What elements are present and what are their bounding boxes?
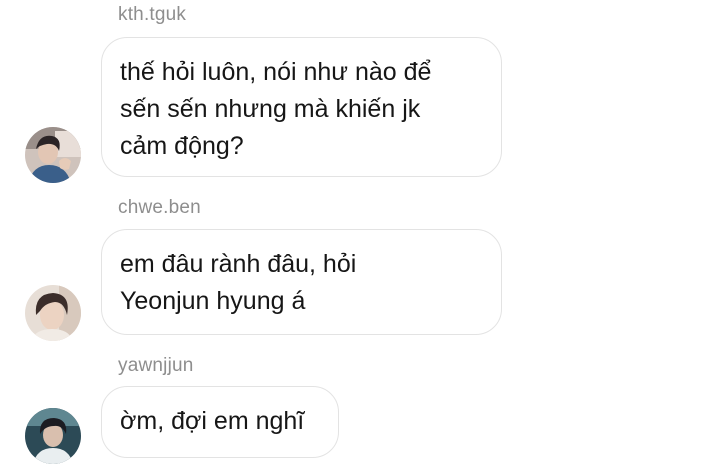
message-text-line: em đâu rành đâu, hỏi (120, 250, 357, 278)
message-text-line: ờm, đợi em nghĩ (120, 407, 305, 435)
avatar[interactable] (25, 408, 81, 464)
message-text-line: thế hỏi luôn, nói như nào để (120, 58, 432, 86)
message-text-line: sến sến nhưng mà khiến jk (120, 95, 421, 123)
message-text-line: cảm động? (120, 132, 244, 160)
avatar[interactable] (25, 127, 81, 183)
sender-username[interactable]: yawnjjun (118, 355, 194, 377)
avatar[interactable] (25, 285, 81, 341)
avatar-photo (25, 127, 81, 183)
message-bubble[interactable]: ờm, đợi em nghĩ (101, 386, 339, 458)
avatar-photo (25, 408, 81, 464)
sender-username[interactable]: kth.tguk (118, 4, 186, 26)
message-bubble[interactable]: em đâu rành đâu, hỏi Yeonjun hyung á (101, 229, 502, 335)
avatar-photo (25, 285, 81, 341)
chat-screen: { "messages": [ { "username": "kth.tguk"… (0, 0, 720, 475)
message-text-line: Yeonjun hyung á (120, 287, 306, 315)
message-bubble[interactable]: thế hỏi luôn, nói như nào để sến sến như… (101, 37, 502, 177)
sender-username[interactable]: chwe.ben (118, 197, 201, 219)
